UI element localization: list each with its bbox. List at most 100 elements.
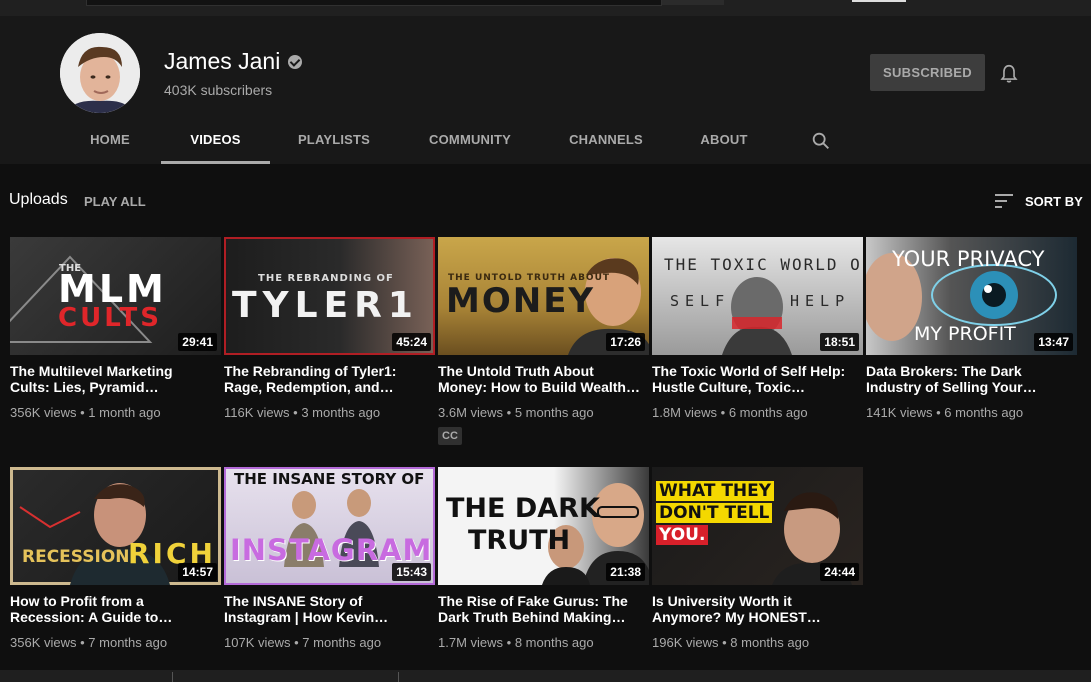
meta-separator: • — [293, 405, 298, 420]
video-title[interactable]: The Rebranding of Tyler1: Rage, Redempti… — [224, 363, 428, 395]
video-card[interactable]: WHAT THEY DON'T TELL YOU. 24:44 Is Unive… — [652, 467, 863, 650]
video-card[interactable]: THE UNTOLD TRUTH ABOUT MONEY 17:26 The U… — [438, 237, 649, 445]
video-card[interactable]: THE REBRANDING OF TYLER1 45:24 The Rebra… — [224, 237, 435, 420]
sort-by-button[interactable]: SORT BY — [993, 192, 1083, 210]
upload-age: 1 month ago — [88, 405, 161, 420]
video-meta: 3.6M views • 5 months ago — [438, 405, 649, 420]
bell-icon[interactable] — [998, 63, 1020, 85]
tab-playlists[interactable]: PLAYLISTS — [290, 119, 378, 161]
sort-by-label: SORT BY — [1025, 193, 1083, 209]
meta-separator: • — [294, 635, 299, 650]
meta-separator: • — [506, 635, 512, 650]
thumbnail-text: THE INSANE STORY OF — [234, 470, 425, 488]
cc-badge: CC — [438, 427, 462, 445]
thumbnail-text: TYLER1 — [232, 285, 419, 326]
video-thumbnail[interactable]: THE UNTOLD TRUTH ABOUT MONEY 17:26 — [438, 237, 649, 355]
video-meta: 196K views • 8 months ago — [652, 635, 863, 650]
subscribed-button[interactable]: SUBSCRIBED — [870, 54, 985, 91]
divider — [172, 672, 173, 682]
channel-name: James Jani — [164, 48, 303, 75]
upload-age: 7 months ago — [88, 635, 168, 650]
meta-separator: • — [720, 405, 726, 420]
upload-age: 3 months ago — [301, 405, 381, 420]
search-icon[interactable] — [810, 130, 832, 152]
video-thumbnail[interactable]: RECESSION RICH 14:57 — [10, 467, 221, 585]
thumbnail-text: MY PROFIT — [914, 323, 1016, 345]
meta-separator: • — [722, 635, 727, 650]
view-count: 196K views — [652, 635, 719, 650]
channel-avatar[interactable] — [60, 33, 140, 113]
subscriber-count: 403K subscribers — [164, 82, 273, 98]
divider — [398, 672, 399, 682]
video-duration: 15:43 — [392, 563, 431, 581]
thumbnail-text: SELF — [670, 292, 731, 310]
video-duration: 18:51 — [820, 333, 859, 351]
video-thumbnail[interactable]: THE REBRANDING OF TYLER1 45:24 — [224, 237, 435, 355]
video-thumbnail[interactable]: WHAT THEY DON'T TELL YOU. 24:44 — [652, 467, 863, 585]
thumbnail-text: HELP — [790, 292, 851, 310]
video-card[interactable]: THE MLM CULTS 29:41 The Multilevel Marke… — [10, 237, 221, 420]
tab-channels[interactable]: CHANNELS — [560, 119, 652, 161]
video-title[interactable]: How to Profit from a Recession: A Guide … — [10, 593, 214, 625]
video-title[interactable]: The INSANE Story of Instagram | How Kevi… — [224, 593, 428, 625]
thumbnail-text: INSTAGRAM — [230, 533, 433, 567]
thumbnail-text: YOU. — [656, 525, 709, 545]
thumbnail-text: TRUTH — [468, 525, 571, 556]
sort-icon — [995, 194, 1013, 208]
video-title[interactable]: The Untold Truth About Money: How to Bui… — [438, 363, 642, 395]
tab-community[interactable]: COMMUNITY — [416, 119, 524, 161]
view-count: 107K views — [224, 635, 291, 650]
meta-separator: • — [80, 405, 85, 420]
view-count: 116K views — [224, 405, 290, 420]
thumbnail-text: DON'T TELL — [656, 503, 773, 523]
search-button[interactable] — [662, 0, 724, 5]
video-thumbnail[interactable]: YOUR PRIVACY MY PROFIT 13:47 — [866, 237, 1077, 355]
channel-name-text: James Jani — [164, 48, 281, 74]
search-input[interactable] — [86, 0, 662, 6]
video-title[interactable]: The Rise of Fake Gurus: The Dark Truth B… — [438, 593, 642, 625]
thumbnail-text: RECESSION — [22, 547, 130, 567]
video-thumbnail[interactable]: THE DARK TRUTH 21:38 — [438, 467, 649, 585]
video-duration: 13:47 — [1034, 333, 1073, 351]
video-card[interactable]: THE INSANE STORY OF INSTAGRAM 15:43 The … — [224, 467, 435, 650]
tab-home[interactable]: HOME — [80, 119, 140, 161]
thumbnail-text: YOUR PRIVACY — [892, 247, 1045, 271]
meta-separator: • — [80, 635, 85, 650]
upload-age: 5 months ago — [514, 405, 594, 420]
video-title[interactable]: The Toxic World of Self Help: Hustle Cul… — [652, 363, 856, 395]
video-meta: 1.8M views • 6 months ago — [652, 405, 863, 420]
tab-videos[interactable]: VIDEOS — [161, 119, 270, 164]
upload-age: 6 months ago — [728, 405, 808, 420]
view-count: 356K views — [10, 405, 77, 420]
thumbnail-text: THE REBRANDING OF — [258, 273, 394, 284]
video-duration: 21:38 — [606, 563, 645, 581]
thumbnail-text: THE DARK — [446, 493, 600, 524]
video-thumbnail[interactable]: THE MLM CULTS 29:41 — [10, 237, 221, 355]
video-title[interactable]: The Multilevel Marketing Cults: Lies, Py… — [10, 363, 214, 395]
video-thumbnail[interactable]: THE INSANE STORY OF INSTAGRAM 15:43 — [224, 467, 435, 585]
channel-tabs: HOME VIDEOS PLAYLISTS COMMUNITY CHANNELS… — [0, 119, 1091, 164]
thumbnail-text: MONEY — [446, 281, 596, 321]
video-card[interactable]: THE DARK TRUTH 21:38 The Rise of Fake Gu… — [438, 467, 649, 650]
view-count: 1.7M views — [438, 635, 504, 650]
video-thumbnail[interactable]: THE TOXIC WORLD OF SELF HELP 18:51 — [652, 237, 863, 355]
video-duration: 24:44 — [820, 563, 859, 581]
view-count: 1.8M views — [652, 405, 718, 420]
thumbnail-text: WHAT THEY — [656, 481, 775, 501]
masthead-button[interactable] — [852, 0, 906, 2]
play-all-button[interactable]: PLAY ALL — [84, 194, 146, 209]
video-meta: 356K views • 1 month ago — [10, 405, 221, 420]
video-meta: 141K views • 6 months ago — [866, 405, 1077, 420]
video-meta: 356K views • 7 months ago — [10, 635, 221, 650]
bottom-bar — [0, 670, 1091, 682]
video-title[interactable]: Is University Worth it Anymore? My HONES… — [652, 593, 856, 625]
video-card[interactable]: THE TOXIC WORLD OF SELF HELP 18:51 The T… — [652, 237, 863, 420]
video-duration: 17:26 — [606, 333, 645, 351]
verified-check-icon — [288, 54, 303, 69]
tab-about[interactable]: ABOUT — [690, 119, 758, 161]
upload-age: 7 months ago — [302, 635, 382, 650]
video-card[interactable]: RECESSION RICH 14:57 How to Profit from … — [10, 467, 221, 650]
video-title[interactable]: Data Brokers: The Dark Industry of Selli… — [866, 363, 1070, 395]
video-card[interactable]: YOUR PRIVACY MY PROFIT 13:47 Data Broker… — [866, 237, 1077, 420]
meta-separator: • — [506, 405, 512, 420]
